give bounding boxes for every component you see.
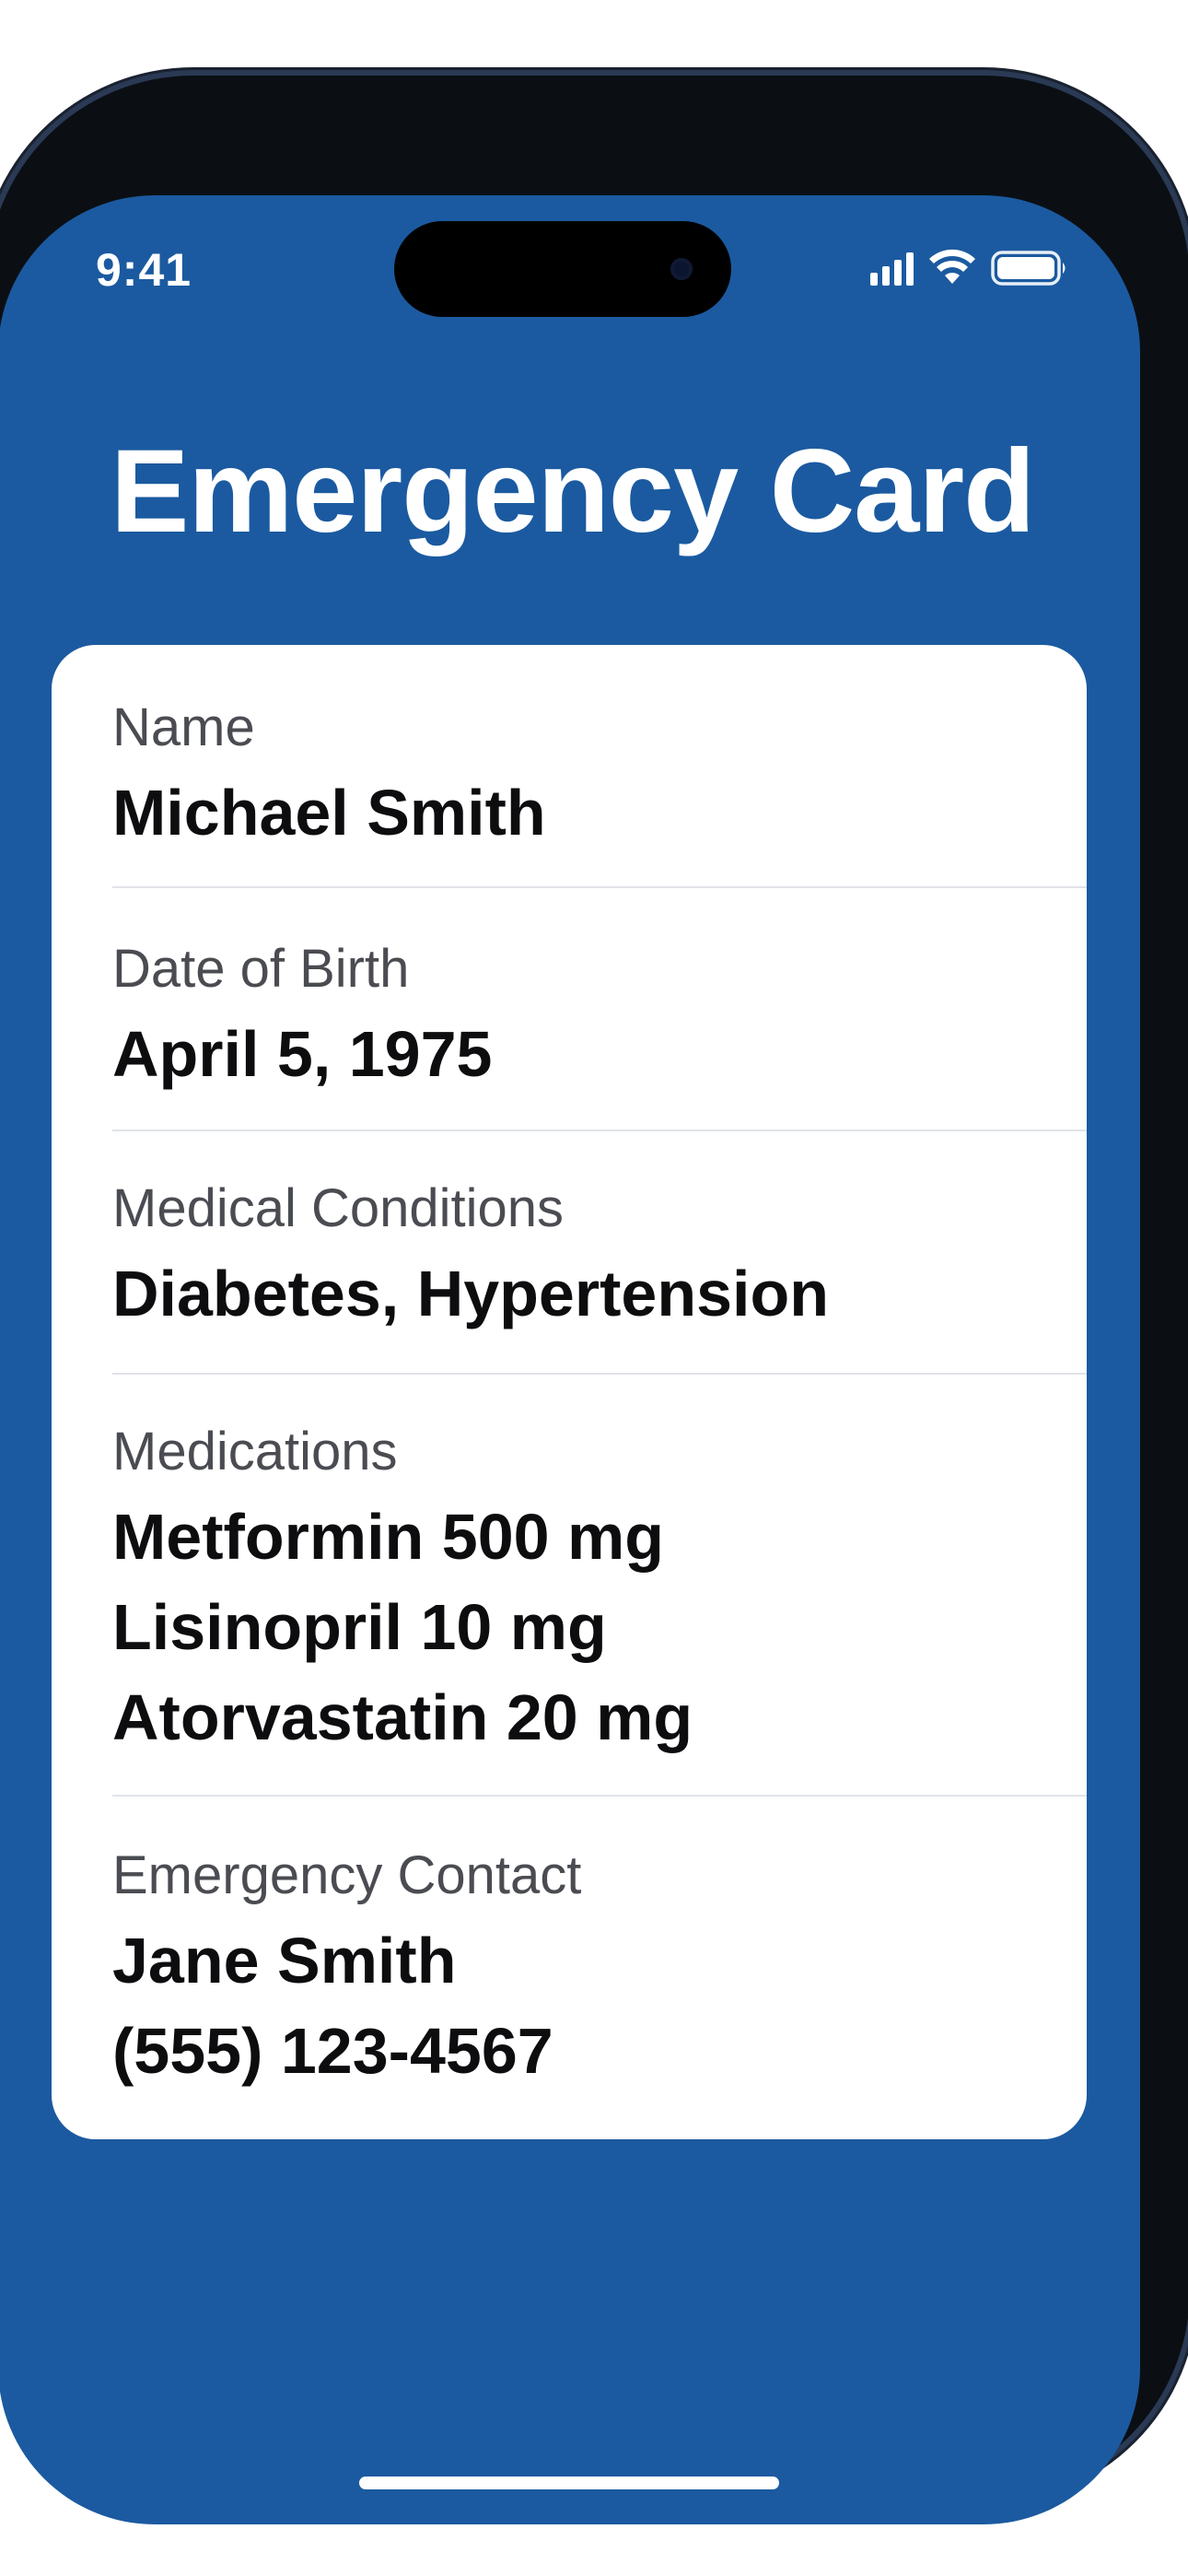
medical-conditions-label: Medical Conditions [112, 1178, 565, 1238]
medications-field: Medications Metformin 500 mg Lisinopril … [52, 1375, 1087, 1795]
emergency-contact-phone[interactable]: (555) 123-4567 [112, 2014, 553, 2088]
status-bar: 9:41 [0, 195, 1140, 343]
emergency-info-card: Name Michael Smith Date of Birth April 5… [52, 645, 1087, 2139]
emergency-contact-field: Emergency Contact Jane Smith (555) 123-4… [52, 1797, 1087, 2139]
app-screen: 9:41 Emergency Card Name Michael Smith D… [0, 195, 1140, 2524]
name-value: Michael Smith [112, 777, 546, 849]
date-of-birth-value: April 5, 1975 [112, 1018, 493, 1090]
name-field: Name Michael Smith [52, 645, 1087, 886]
medical-conditions-value: Diabetes, Hypertension [112, 1258, 829, 1329]
date-of-birth-label: Date of Birth [112, 939, 410, 999]
page-title: Emergency Card [111, 426, 1035, 557]
wifi-icon [928, 249, 976, 286]
emergency-contact-name: Jane Smith [112, 1925, 457, 1996]
medication-item: Atorvastatin 20 mg [112, 1681, 693, 1753]
phone-frame: 9:41 Emergency Card Name Michael Smith D… [0, 70, 1188, 2524]
front-camera [670, 258, 693, 280]
status-time: 9:41 [96, 244, 192, 296]
medication-item: Metformin 500 mg [112, 1501, 664, 1573]
medical-conditions-field: Medical Conditions Diabetes, Hypertensio… [52, 1131, 1087, 1373]
battery-icon [991, 251, 1068, 286]
medications-label: Medications [112, 1422, 398, 1481]
date-of-birth-field: Date of Birth April 5, 1975 [52, 888, 1087, 1130]
status-icons [870, 247, 1068, 286]
home-indicator[interactable] [359, 2476, 779, 2489]
cellular-signal-icon [870, 252, 914, 286]
dynamic-island [394, 221, 731, 317]
emergency-contact-label: Emergency Contact [112, 1845, 582, 1905]
name-label: Name [112, 697, 255, 757]
medication-item: Lisinopril 10 mg [112, 1591, 607, 1663]
